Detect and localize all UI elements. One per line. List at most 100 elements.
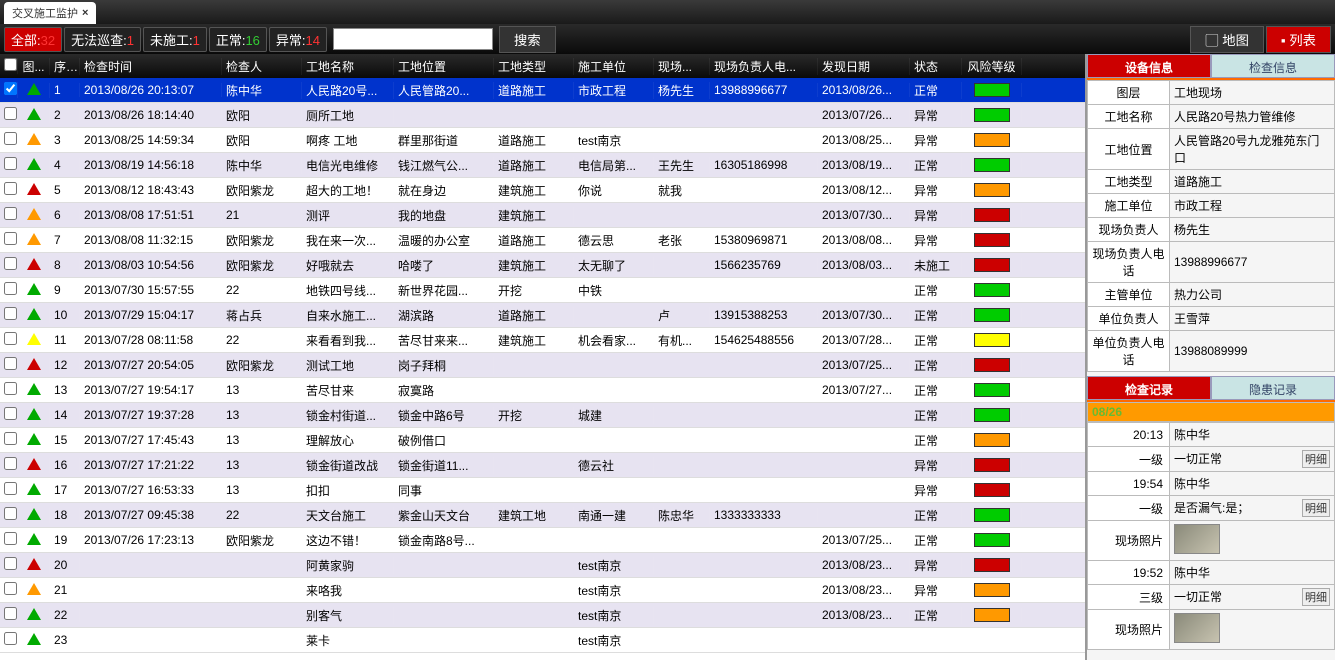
tab-device-info[interactable]: 设备信息 — [1087, 54, 1211, 78]
row-checkbox[interactable] — [4, 557, 17, 570]
filter-all[interactable]: 全部:32 — [4, 27, 62, 52]
risk-badge — [974, 533, 1010, 547]
toggle-list[interactable]: ▪ 列表 — [1266, 26, 1331, 53]
photo-thumbnail[interactable] — [1174, 613, 1220, 643]
risk-badge — [974, 558, 1010, 572]
info-value: 市政工程 — [1170, 194, 1335, 218]
table-row[interactable]: 23莱卡test南京 — [0, 628, 1085, 653]
select-all-checkbox[interactable] — [4, 58, 17, 71]
table-row[interactable]: 12013/08/26 20:13:07陈中华人民路20号...人民管路20..… — [0, 78, 1085, 103]
risk-badge — [974, 333, 1010, 347]
photo-thumbnail[interactable] — [1174, 524, 1220, 554]
row-checkbox[interactable] — [4, 307, 17, 320]
row-checkbox[interactable] — [4, 382, 17, 395]
table-row[interactable]: 102013/07/29 15:04:17蒋占兵自来水施工...湖滨路道路施工卢… — [0, 303, 1085, 328]
row-checkbox[interactable] — [4, 532, 17, 545]
table-row[interactable]: 20阿黄家驹test南京2013/08/23...异常 — [0, 553, 1085, 578]
table-row[interactable]: 21来咯我test南京2013/08/23...异常 — [0, 578, 1085, 603]
row-checkbox[interactable] — [4, 507, 17, 520]
table-row[interactable]: 192013/07/26 17:23:13欧阳紫龙这边不错！锁金南路8号...2… — [0, 528, 1085, 553]
info-value: 13988996677 — [1170, 242, 1335, 283]
detail-button[interactable]: 明细 — [1302, 588, 1330, 606]
info-label: 现场负责人 — [1088, 218, 1170, 242]
row-checkbox[interactable] — [4, 482, 17, 495]
info-value: 王雪萍 — [1170, 307, 1335, 331]
info-label: 工地名称 — [1088, 105, 1170, 129]
row-checkbox[interactable] — [4, 457, 17, 470]
info-value: 13988089999 — [1170, 331, 1335, 372]
detail-button[interactable]: 明细 — [1302, 450, 1330, 468]
tab-check-records[interactable]: 检查记录 — [1087, 376, 1211, 400]
search-input[interactable] — [333, 28, 493, 50]
table-row[interactable]: 62013/08/08 17:51:5121测评我的地盘建筑施工2013/07/… — [0, 203, 1085, 228]
row-checkbox[interactable] — [4, 607, 17, 620]
warning-icon — [27, 558, 41, 570]
table-row[interactable]: 22别客气test南京2013/08/23...正常 — [0, 603, 1085, 628]
row-checkbox[interactable] — [4, 82, 17, 95]
row-checkbox[interactable] — [4, 582, 17, 595]
warning-icon — [27, 408, 41, 420]
row-checkbox[interactable] — [4, 282, 17, 295]
table-row[interactable]: 172013/07/27 16:53:3313扣扣同事异常 — [0, 478, 1085, 503]
table-row[interactable]: 122013/07/27 20:54:05欧阳紫龙测试工地岗子拜桐2013/07… — [0, 353, 1085, 378]
filter-nostart[interactable]: 未施工:1 — [143, 27, 207, 52]
table-row[interactable]: 142013/07/27 19:37:2813锁金村街道...锁金中路6号开挖城… — [0, 403, 1085, 428]
table-row[interactable]: 162013/07/27 17:21:2213锁金街道改战锁金街道11...德云… — [0, 453, 1085, 478]
risk-badge — [974, 208, 1010, 222]
table-row[interactable]: 72013/08/08 11:32:15欧阳紫龙我在来一次...温暖的办公室道路… — [0, 228, 1085, 253]
row-checkbox[interactable] — [4, 107, 17, 120]
toggle-map[interactable]: ▢ 地图 — [1190, 26, 1264, 53]
risk-badge — [974, 358, 1010, 372]
row-checkbox[interactable] — [4, 332, 17, 345]
table-row[interactable]: 112013/07/28 08:11:5822来看看到我...苦尽甘来来...建… — [0, 328, 1085, 353]
table-row[interactable]: 132013/07/27 19:54:1713苦尽甘来寂寞路2013/07/27… — [0, 378, 1085, 403]
warning-icon — [27, 508, 41, 520]
row-checkbox[interactable] — [4, 182, 17, 195]
warning-icon — [27, 583, 41, 595]
table-row[interactable]: 92013/07/30 15:57:5522地铁四号线...新世界花园...开挖… — [0, 278, 1085, 303]
table-row[interactable]: 22013/08/26 18:14:40欧阳厕所工地2013/07/26...异… — [0, 103, 1085, 128]
table-row[interactable]: 32013/08/25 14:59:34欧阳啊疼 工地群里那街道道路施工test… — [0, 128, 1085, 153]
warning-icon — [27, 633, 41, 645]
table-row[interactable]: 52013/08/12 18:43:43欧阳紫龙超大的工地！就在身边建筑施工你说… — [0, 178, 1085, 203]
tab-label: 交叉施工监护 — [12, 5, 78, 21]
warning-icon — [27, 108, 41, 120]
row-checkbox[interactable] — [4, 632, 17, 645]
row-checkbox[interactable] — [4, 257, 17, 270]
risk-badge — [974, 483, 1010, 497]
tab-hazard-records[interactable]: 隐患记录 — [1211, 376, 1335, 400]
tab-main[interactable]: 交叉施工监护 × — [4, 2, 96, 24]
warning-icon — [27, 208, 41, 220]
risk-badge — [974, 283, 1010, 297]
row-checkbox[interactable] — [4, 407, 17, 420]
table-row[interactable]: 82013/08/03 10:54:56欧阳紫龙好哦就去哈喽了建筑施工太无聊了1… — [0, 253, 1085, 278]
warning-icon — [27, 533, 41, 545]
info-value: 人民管路20号九龙雅苑东门口 — [1170, 129, 1335, 170]
warning-icon — [27, 183, 41, 195]
warning-icon — [27, 358, 41, 370]
risk-badge — [974, 458, 1010, 472]
row-checkbox[interactable] — [4, 132, 17, 145]
search-button[interactable]: 搜索 — [499, 26, 556, 53]
row-checkbox[interactable] — [4, 357, 17, 370]
risk-badge — [974, 308, 1010, 322]
warning-icon — [27, 333, 41, 345]
info-label: 现场负责人电话 — [1088, 242, 1170, 283]
table-row[interactable]: 152013/07/27 17:45:4313理解放心破例借口正常 — [0, 428, 1085, 453]
risk-badge — [974, 508, 1010, 522]
table-row[interactable]: 42013/08/19 14:56:18陈中华电信光电维修钱江燃气公...道路施… — [0, 153, 1085, 178]
row-checkbox[interactable] — [4, 432, 17, 445]
table-row[interactable]: 182013/07/27 09:45:3822天文台施工紫金山天文台建筑工地南通… — [0, 503, 1085, 528]
filter-normal[interactable]: 正常:16 — [209, 27, 267, 52]
close-icon[interactable]: × — [82, 7, 88, 19]
row-checkbox[interactable] — [4, 207, 17, 220]
filter-nopatrol[interactable]: 无法巡查:1 — [64, 27, 141, 52]
row-checkbox[interactable] — [4, 232, 17, 245]
warning-icon — [27, 258, 41, 270]
row-checkbox[interactable] — [4, 157, 17, 170]
filter-abnormal[interactable]: 异常:14 — [269, 27, 327, 52]
warning-icon — [27, 483, 41, 495]
warning-icon — [27, 133, 41, 145]
tab-check-info[interactable]: 检查信息 — [1211, 54, 1335, 78]
detail-button[interactable]: 明细 — [1302, 499, 1330, 517]
